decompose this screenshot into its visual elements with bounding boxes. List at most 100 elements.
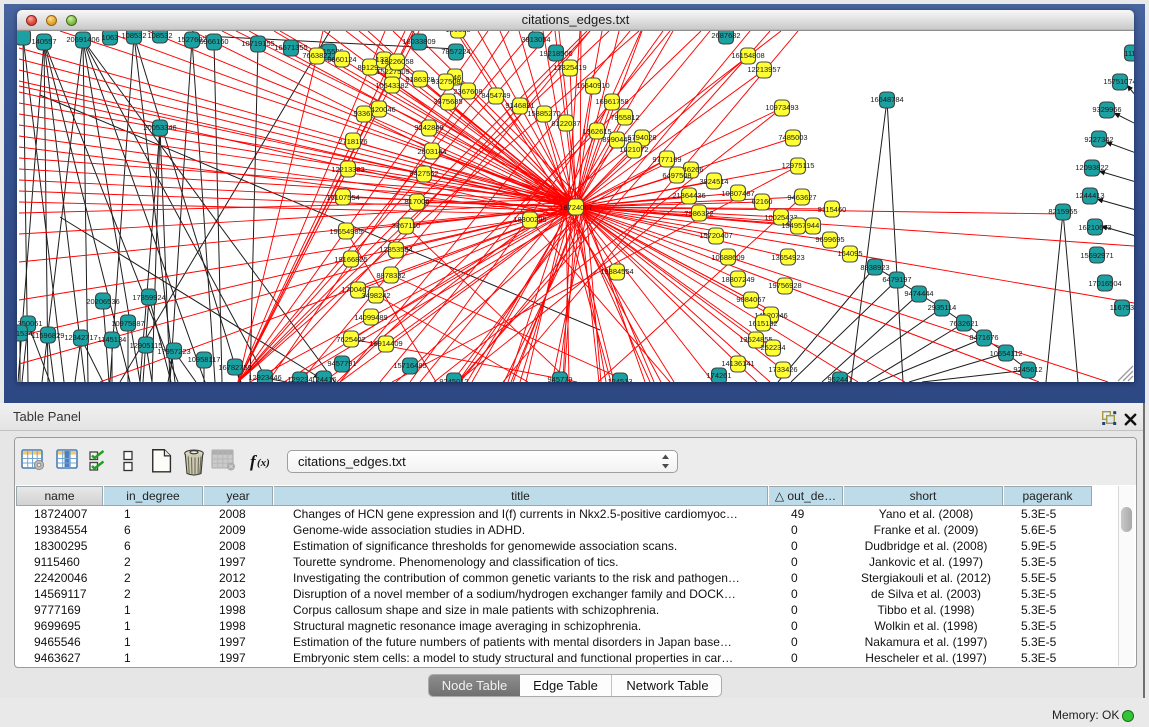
svg-text:8938923: 8938923 bbox=[860, 263, 889, 272]
svg-text:2367608: 2367608 bbox=[453, 87, 482, 96]
svg-text:(x): (x) bbox=[257, 457, 270, 469]
svg-text:18807249: 18807249 bbox=[721, 275, 754, 284]
svg-text:9463627: 9463627 bbox=[787, 193, 816, 202]
svg-text:991534: 991534 bbox=[17, 329, 33, 338]
svg-text:19384554: 19384554 bbox=[600, 267, 633, 276]
svg-text:9084067: 9084067 bbox=[736, 295, 765, 304]
svg-text:6497508: 6497508 bbox=[662, 171, 691, 180]
svg-text:9660124: 9660124 bbox=[327, 55, 356, 64]
svg-text:21364436: 21364436 bbox=[672, 191, 705, 200]
svg-text:8186328: 8186328 bbox=[405, 75, 434, 84]
svg-text:15885270: 15885270 bbox=[527, 109, 560, 118]
svg-text:944: 944 bbox=[807, 221, 820, 230]
svg-text:8471676: 8471676 bbox=[969, 333, 998, 342]
svg-text:18300295: 18300295 bbox=[513, 215, 546, 224]
svg-text:15716485: 15716485 bbox=[393, 361, 426, 370]
svg-text:3813054: 3813054 bbox=[521, 35, 550, 44]
svg-text:9474444: 9474444 bbox=[904, 289, 933, 298]
svg-text:7485003: 7485003 bbox=[778, 133, 807, 142]
svg-text:19218506: 19218506 bbox=[539, 49, 572, 58]
svg-text:16640910: 16640910 bbox=[576, 81, 609, 90]
svg-text:1244413: 1244413 bbox=[1075, 191, 1104, 200]
svg-text:9242848: 9242848 bbox=[414, 123, 443, 132]
svg-text:14136141: 14136141 bbox=[721, 359, 754, 368]
svg-text:16033809: 16033809 bbox=[402, 37, 435, 46]
svg-text:16210643: 16210643 bbox=[1078, 223, 1111, 232]
svg-text:12213957: 12213957 bbox=[747, 65, 780, 74]
svg-text:18724007: 18724007 bbox=[559, 203, 592, 212]
svg-text:16107554: 16107554 bbox=[326, 193, 359, 202]
svg-text:9457791: 9457791 bbox=[327, 359, 356, 368]
svg-text:9777169: 9777169 bbox=[652, 155, 681, 164]
svg-text:9115460: 9115460 bbox=[818, 205, 847, 214]
svg-text:108532: 108532 bbox=[121, 31, 146, 40]
svg-text:93367: 93367 bbox=[354, 109, 375, 118]
svg-text:945779: 945779 bbox=[547, 375, 572, 382]
svg-text:16782759: 16782759 bbox=[218, 363, 251, 372]
svg-text:252234: 252234 bbox=[760, 343, 785, 352]
svg-text:10975887: 10975887 bbox=[111, 319, 144, 328]
svg-text:20053346: 20053346 bbox=[143, 123, 176, 132]
svg-text:15751074: 15751074 bbox=[1103, 77, 1134, 86]
svg-text:140557: 140557 bbox=[31, 37, 56, 46]
svg-text:17016504: 17016504 bbox=[1088, 279, 1121, 288]
svg-text:7632621: 7632621 bbox=[949, 319, 978, 328]
svg-text:8215955: 8215955 bbox=[1048, 207, 1077, 216]
svg-text:1621072: 1621072 bbox=[619, 145, 648, 154]
svg-text:14099489: 14099489 bbox=[354, 313, 387, 322]
svg-text:1063: 1063 bbox=[102, 33, 119, 42]
svg-text:174261: 174261 bbox=[706, 371, 731, 380]
svg-text:12342717: 12342717 bbox=[64, 333, 97, 342]
svg-text:9245612: 9245612 bbox=[1013, 365, 1042, 374]
svg-text:6966160: 6966160 bbox=[199, 37, 228, 46]
svg-text:9245012: 9245012 bbox=[439, 377, 468, 382]
svg-text:124416: 124416 bbox=[311, 375, 336, 382]
svg-text:12923446: 12923446 bbox=[248, 373, 281, 382]
svg-text:10958117: 10958117 bbox=[188, 355, 221, 364]
svg-text:7955812: 7955812 bbox=[610, 113, 639, 122]
svg-text:7625402: 7625402 bbox=[336, 335, 365, 344]
svg-text:9227342: 9227342 bbox=[1084, 135, 1113, 144]
svg-text:8878332: 8878332 bbox=[376, 271, 405, 280]
svg-text:124513: 124513 bbox=[607, 377, 632, 382]
svg-text:952441: 952441 bbox=[827, 375, 852, 382]
svg-text:16961758: 16961758 bbox=[595, 97, 628, 106]
svg-text:12353584: 12353584 bbox=[379, 245, 412, 254]
svg-text:17359924: 17359924 bbox=[132, 293, 165, 302]
svg-text:6479197: 6479197 bbox=[882, 275, 911, 284]
svg-text:12213383: 12213383 bbox=[331, 165, 364, 174]
svg-text:817006: 817006 bbox=[404, 197, 429, 206]
svg-text:10973493: 10973493 bbox=[765, 103, 798, 112]
svg-text:2718176: 2718176 bbox=[338, 137, 367, 146]
svg-text:3375685: 3375685 bbox=[433, 97, 462, 106]
svg-text:9699695: 9699695 bbox=[815, 235, 844, 244]
svg-text:10719155: 10719155 bbox=[241, 39, 274, 48]
svg-text:17957223: 17957223 bbox=[157, 347, 190, 356]
svg-text:160338: 160338 bbox=[445, 31, 470, 34]
svg-text:1145134: 1145134 bbox=[98, 335, 127, 344]
svg-text:129234: 129234 bbox=[287, 375, 312, 382]
svg-text:13325419: 13325419 bbox=[553, 63, 586, 72]
svg-text:20691406: 20691406 bbox=[66, 35, 99, 44]
svg-text:10807487: 10807487 bbox=[721, 189, 754, 198]
svg-text:16154808: 16154808 bbox=[731, 51, 764, 60]
svg-text:3267110: 3267110 bbox=[392, 221, 421, 230]
svg-text:2935114: 2935114 bbox=[928, 303, 957, 312]
svg-text:62160: 62160 bbox=[752, 197, 773, 206]
svg-text:3498242: 3498242 bbox=[361, 291, 390, 300]
svg-text:20206536: 20206536 bbox=[86, 297, 119, 306]
svg-text:164095: 164095 bbox=[837, 249, 862, 258]
svg-text:12093822: 12093822 bbox=[1075, 163, 1108, 172]
svg-text:1733426: 1733426 bbox=[768, 365, 797, 374]
svg-text:16648784: 16648784 bbox=[870, 95, 903, 104]
svg-text:9427552: 9427552 bbox=[409, 169, 438, 178]
svg-text:7986322: 7986322 bbox=[684, 209, 713, 218]
svg-text:9327508: 9327508 bbox=[431, 77, 460, 86]
svg-text:12975115: 12975115 bbox=[782, 161, 815, 170]
svg-text:15720407: 15720407 bbox=[699, 231, 732, 240]
svg-text:1117: 1117 bbox=[1124, 49, 1134, 58]
svg-text:7857224: 7857224 bbox=[441, 47, 470, 56]
svg-text:13226058: 13226058 bbox=[380, 57, 413, 66]
svg-text:9329966: 9329966 bbox=[1092, 105, 1121, 114]
svg-text:10688609: 10688609 bbox=[711, 253, 744, 262]
